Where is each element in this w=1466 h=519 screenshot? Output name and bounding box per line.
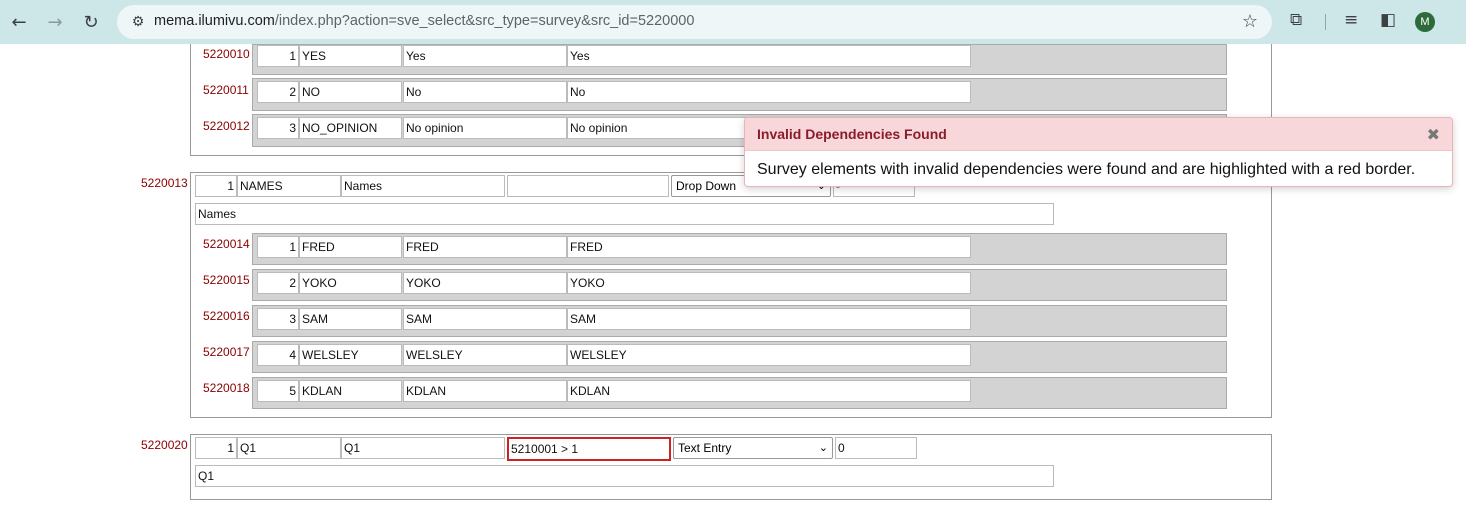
option-code-input[interactable]: WELSLEY [299, 344, 402, 366]
question-prompt-input[interactable]: Names [195, 203, 1054, 225]
option-id: 5220014 [203, 237, 250, 251]
option-label-input[interactable]: WELSLEY [403, 344, 567, 366]
question-label-input[interactable]: Q1 [341, 437, 505, 459]
option-order-input[interactable]: 3 [257, 117, 299, 139]
profile-avatar[interactable]: M [1415, 12, 1435, 32]
option-id: 5220010 [203, 47, 250, 61]
option-label-input[interactable]: FRED [403, 236, 567, 258]
option-text-input[interactable]: KDLAN [567, 380, 971, 402]
url-path: /index.php?action=sve_select&src_type=su… [274, 13, 695, 29]
option-text-input[interactable]: Yes [567, 45, 971, 67]
option-label-input[interactable]: No opinion [403, 117, 567, 139]
media-queue-icon[interactable]: ≡ [1344, 10, 1358, 30]
question-type-select[interactable]: Text Entry ⌄ [673, 437, 833, 459]
forward-arrow-icon[interactable]: → [41, 8, 69, 36]
option-code-input[interactable]: FRED [299, 236, 402, 258]
option-label-input[interactable]: SAM [403, 308, 567, 330]
option-label-input[interactable]: Yes [403, 45, 567, 67]
site-info-icon[interactable]: ⚙ [129, 13, 147, 31]
question-order-input[interactable]: 1 [195, 437, 237, 459]
question-code-input[interactable]: NAMES [237, 175, 341, 197]
option-id: 5220016 [203, 309, 250, 323]
back-arrow-icon[interactable]: ← [5, 8, 33, 36]
option-code-input[interactable]: NO_OPINION [299, 117, 402, 139]
option-text-input[interactable]: No [567, 81, 971, 103]
question-prompt-input[interactable]: Q1 [195, 465, 1054, 487]
option-text-input[interactable]: SAM [567, 308, 971, 330]
option-order-input[interactable]: 3 [257, 308, 299, 330]
option-label-input[interactable]: KDLAN [403, 380, 567, 402]
option-order-input[interactable]: 2 [257, 272, 299, 294]
option-order-input[interactable]: 2 [257, 81, 299, 103]
option-id: 5220018 [203, 381, 250, 395]
question-code-input[interactable]: Q1 [237, 437, 341, 459]
question-dependency-input-invalid[interactable]: 5210001 > 1 [507, 437, 671, 461]
side-panel-icon[interactable]: ◧ [1380, 10, 1396, 30]
option-text-input[interactable]: WELSLEY [567, 344, 971, 366]
option-text-input[interactable]: YOKO [567, 272, 971, 294]
bookmark-star-icon[interactable]: ☆ [1242, 11, 1258, 32]
url-text[interactable]: mema.ilumivu.com/index.php?action=sve_se… [154, 13, 694, 29]
option-text-input[interactable]: FRED [567, 236, 971, 258]
url-host: mema.ilumivu.com [154, 13, 275, 29]
option-order-input[interactable]: 1 [257, 236, 299, 258]
browser-toolbar: ← → ↻ ⚙ mema.ilumivu.com/index.php?actio… [0, 0, 1466, 44]
option-id: 5220012 [203, 119, 250, 133]
invalid-dependencies-toast: Invalid Dependencies Found ✖ Survey elem… [744, 117, 1453, 187]
option-label-input[interactable]: No [403, 81, 567, 103]
toast-message: Survey elements with invalid dependencie… [757, 161, 1416, 178]
option-order-input[interactable]: 1 [257, 45, 299, 67]
extensions-icon[interactable]: ⧉ [1290, 10, 1302, 30]
option-code-input[interactable]: KDLAN [299, 380, 402, 402]
question-extra-input[interactable]: 0 [835, 437, 917, 459]
reload-icon[interactable]: ↻ [77, 8, 105, 36]
toolbar-divider [1325, 14, 1326, 30]
question-id: 5220020 [141, 438, 188, 452]
option-code-input[interactable]: YOKO [299, 272, 402, 294]
chevron-down-icon: ⌄ [818, 442, 828, 454]
question-type-value: Text Entry [678, 441, 732, 455]
question-type-value: Drop Down [676, 179, 737, 193]
option-code-input[interactable]: NO [299, 81, 402, 103]
close-icon[interactable]: ✖ [1427, 125, 1440, 144]
option-code-input[interactable]: YES [299, 45, 402, 67]
option-id: 5220017 [203, 345, 250, 359]
toast-title: Invalid Dependencies Found [757, 126, 947, 142]
option-id: 5220011 [203, 83, 249, 97]
question-order-input[interactable]: 1 [195, 175, 237, 197]
option-order-input[interactable]: 4 [257, 344, 299, 366]
question-dependency-input[interactable] [507, 175, 669, 197]
option-label-input[interactable]: YOKO [403, 272, 567, 294]
question-id: 5220013 [141, 176, 188, 190]
option-code-input[interactable]: SAM [299, 308, 402, 330]
option-order-input[interactable]: 5 [257, 380, 299, 402]
question-label-input[interactable]: Names [341, 175, 505, 197]
address-bar[interactable]: ⚙ mema.ilumivu.com/index.php?action=sve_… [117, 5, 1272, 39]
toast-header: Invalid Dependencies Found ✖ [745, 118, 1452, 151]
option-id: 5220015 [203, 273, 250, 287]
